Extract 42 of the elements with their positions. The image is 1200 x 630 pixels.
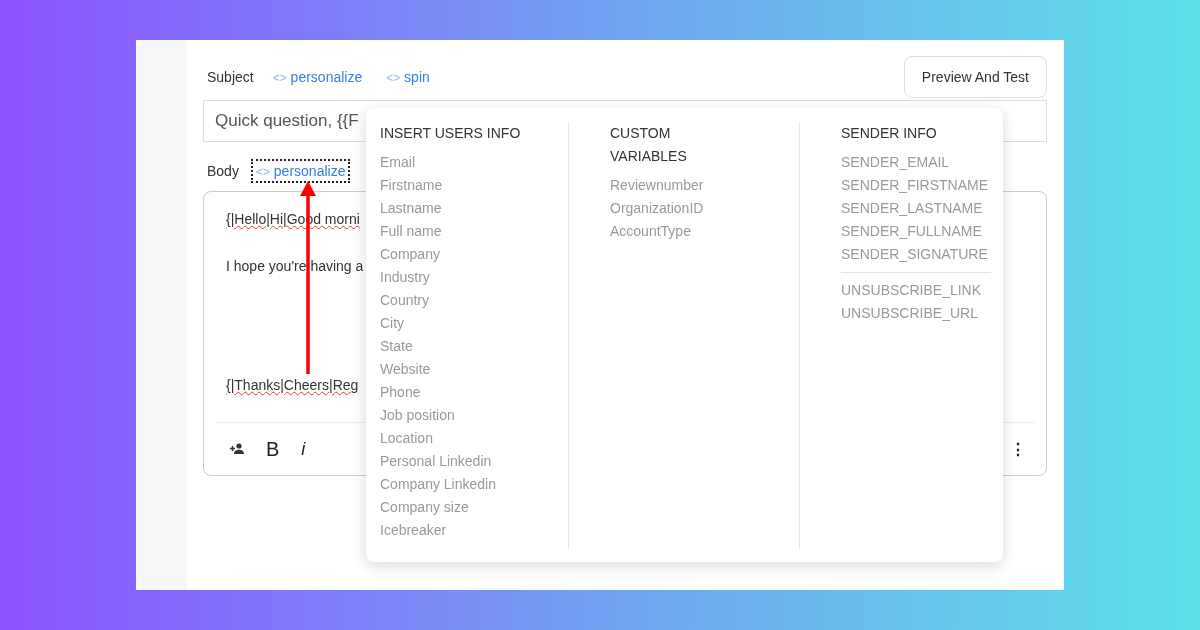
more-button[interactable]: ⋮ [1010, 439, 1026, 459]
variable-item[interactable]: SENDER_FIRSTNAME [841, 174, 1003, 197]
variable-item[interactable]: Industry [380, 266, 568, 289]
subject-label: Subject [207, 69, 254, 85]
variable-item[interactable]: Website [380, 358, 568, 381]
variable-item[interactable]: Company Linkedin [380, 473, 568, 496]
body-label: Body [207, 162, 239, 179]
column-heading: SENDER INFO [841, 124, 938, 143]
variable-item[interactable]: OrganizationID [610, 197, 799, 220]
column-heading: INSERT USERS INFO [380, 124, 522, 143]
variable-item[interactable]: Icebreaker [380, 519, 568, 542]
variable-item[interactable]: AccountType [610, 220, 799, 243]
variable-item[interactable]: Phone [380, 381, 568, 404]
variable-item[interactable]: UNSUBSCRIBE_URL [841, 302, 1003, 325]
personalize-link[interactable]: <> personalize [267, 65, 368, 89]
personalize-link[interactable]: <> personalize [250, 158, 351, 183]
variable-item[interactable]: City [380, 312, 568, 335]
variable-item[interactable]: Country [380, 289, 568, 312]
body-text-line: I hope you're having a [226, 257, 364, 276]
variable-item[interactable]: Lastname [380, 197, 568, 220]
variable-item[interactable]: SENDER_FULLNAME [841, 220, 1003, 243]
variable-item[interactable]: Full name [380, 220, 568, 243]
variable-item[interactable]: Company [380, 243, 568, 266]
preview-button[interactable]: Preview And Test [903, 56, 1047, 98]
variable-item[interactable]: UNSUBSCRIBE_LINK [841, 279, 1003, 302]
variable-item[interactable]: SENDER_EMAIL [841, 151, 1003, 174]
add-person-icon[interactable] [230, 443, 244, 455]
bold-button[interactable]: B [266, 437, 280, 461]
variable-item[interactable]: Job position [380, 404, 568, 427]
variable-item[interactable]: Location [380, 427, 568, 450]
italic-button[interactable]: i [301, 438, 306, 460]
variable-item[interactable]: Personal Linkedin [380, 450, 568, 473]
column-heading: CUSTOM VARIABLES [610, 124, 688, 166]
body-text-line: {|Thanks|Cheers|Reg [226, 376, 359, 395]
variable-item[interactable]: Firstname [380, 174, 568, 197]
variable-item[interactable]: Email [380, 151, 568, 174]
variable-item[interactable]: SENDER_LASTNAME [841, 197, 1003, 220]
variable-item[interactable]: Company size [380, 496, 568, 519]
variable-item[interactable]: SENDER_SIGNATURE [841, 243, 1003, 266]
variable-item[interactable]: State [380, 335, 568, 358]
variable-item[interactable]: Reviewnumber [610, 174, 799, 197]
personalize-link[interactable]: <> spin [381, 65, 435, 89]
